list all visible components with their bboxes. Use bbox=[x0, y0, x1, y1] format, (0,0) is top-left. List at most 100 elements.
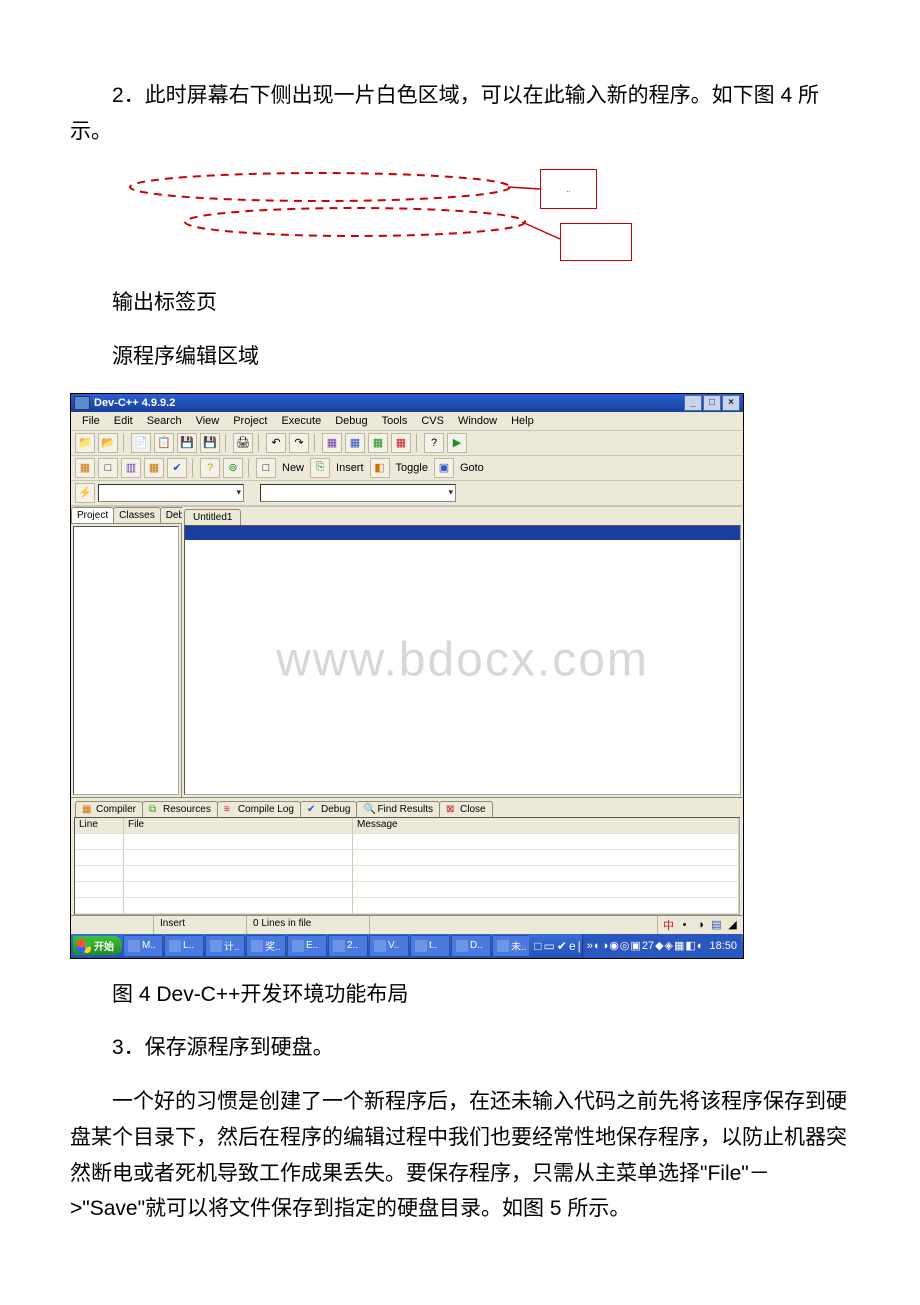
tb2-toggle-label[interactable]: Toggle bbox=[393, 462, 431, 474]
app-icon bbox=[74, 396, 90, 410]
tb-compile-icon[interactable]: ▦ bbox=[322, 433, 342, 453]
side-tab-project[interactable]: Project bbox=[71, 507, 114, 523]
taskbar-item[interactable]: D.. bbox=[451, 935, 491, 957]
tray-icon[interactable]: » bbox=[587, 940, 593, 952]
col-message[interactable]: Message bbox=[353, 818, 739, 834]
tray-icon[interactable]: ◉ bbox=[609, 939, 619, 952]
ime-icon[interactable]: • bbox=[678, 918, 691, 931]
quick-launch-icon[interactable]: □ bbox=[534, 939, 541, 953]
tb-saveall-icon[interactable]: 💾 bbox=[200, 433, 220, 453]
code-editor[interactable]: www.bdocx.com bbox=[184, 525, 741, 795]
tray-icon[interactable]: ▦ bbox=[674, 939, 684, 952]
tray-icon[interactable]: ◐ bbox=[697, 940, 704, 952]
taskbar-item[interactable]: 计.. bbox=[205, 935, 245, 957]
tb2-check-icon[interactable]: ✔ bbox=[167, 458, 187, 478]
taskbar-item[interactable]: V.. bbox=[369, 935, 409, 957]
tb-redo-icon[interactable]: ↷ bbox=[289, 433, 309, 453]
col-line[interactable]: Line bbox=[75, 818, 124, 834]
grid-row bbox=[75, 850, 739, 866]
devcpp-window: Dev-C++ 4.9.9.2 _ □ × File Edit Search V… bbox=[70, 393, 744, 959]
tray-icon[interactable]: ◐ bbox=[594, 940, 601, 952]
tb-doc-icon[interactable]: 📄 bbox=[131, 433, 151, 453]
taskbar-item[interactable]: 2.. bbox=[328, 935, 368, 957]
menu-execute[interactable]: Execute bbox=[274, 414, 328, 428]
quick-launch-icon[interactable]: e bbox=[569, 939, 576, 953]
taskbar-item[interactable]: 奖.. bbox=[246, 935, 286, 957]
tb2-icon[interactable]: ▥ bbox=[121, 458, 141, 478]
minimize-button[interactable]: _ bbox=[684, 395, 702, 411]
output-tab-resources[interactable]: ⧉ Resources bbox=[142, 801, 218, 817]
tb2-toggle-icon[interactable]: ◧ bbox=[370, 458, 390, 478]
tb2-icon[interactable]: □ bbox=[98, 458, 118, 478]
menu-file[interactable]: File bbox=[75, 414, 107, 428]
ime-icon[interactable]: ▤ bbox=[710, 918, 723, 931]
output-tab-close[interactable]: ⊠ Close bbox=[439, 801, 493, 817]
tb-compile-run-icon[interactable]: ▦ bbox=[368, 433, 388, 453]
menu-debug[interactable]: Debug bbox=[328, 414, 374, 428]
tb-debug-icon[interactable]: ▶ bbox=[447, 433, 467, 453]
quick-launch-icon[interactable]: ✔ bbox=[557, 939, 567, 953]
tb2-insert-label[interactable]: Insert bbox=[333, 462, 367, 474]
taskbar-item[interactable]: t.. bbox=[410, 935, 450, 957]
menu-window[interactable]: Window bbox=[451, 414, 504, 428]
tray-icon[interactable]: ◑ bbox=[602, 940, 609, 952]
menu-view[interactable]: View bbox=[189, 414, 227, 428]
tb2-new-icon[interactable]: □ bbox=[256, 458, 276, 478]
close-button[interactable]: × bbox=[722, 395, 740, 411]
menu-search[interactable]: Search bbox=[140, 414, 189, 428]
tb-open-icon[interactable]: 📂 bbox=[98, 433, 118, 453]
tb2-icon[interactable]: ▦ bbox=[75, 458, 95, 478]
col-file[interactable]: File bbox=[124, 818, 353, 834]
menu-help[interactable]: Help bbox=[504, 414, 541, 428]
quick-launch-icon[interactable]: ▭ bbox=[544, 939, 555, 953]
tb2-about-icon[interactable]: ⊚ bbox=[223, 458, 243, 478]
ime-icon[interactable]: ◑ bbox=[694, 918, 707, 931]
tb-save-icon[interactable]: 💾 bbox=[177, 433, 197, 453]
menu-edit[interactable]: Edit bbox=[107, 414, 140, 428]
combo-left[interactable]: ▾ bbox=[98, 484, 244, 502]
ime-icon[interactable]: 中 bbox=[662, 918, 675, 931]
taskbar-item[interactable]: M.. bbox=[123, 935, 163, 957]
output-tab-compiler[interactable]: ▦ Compiler bbox=[75, 801, 143, 817]
output-tab-find-results[interactable]: 🔍 Find Results bbox=[356, 801, 440, 817]
label-editor-area: 源程序编辑区域 bbox=[70, 339, 850, 375]
tb2-goto-icon[interactable]: ▣ bbox=[434, 458, 454, 478]
tb2-help-icon[interactable]: ? bbox=[200, 458, 220, 478]
output-tab-compile-log[interactable]: ≡ Compile Log bbox=[217, 801, 301, 817]
windows-logo-icon bbox=[77, 939, 91, 953]
tray-icon[interactable]: 27 bbox=[642, 940, 654, 952]
output-tab-debug[interactable]: ✔ Debug bbox=[300, 801, 357, 817]
start-button[interactable]: 开始 bbox=[73, 936, 122, 955]
side-tree[interactable] bbox=[73, 526, 179, 795]
quick-launch-icon[interactable]: | bbox=[578, 939, 581, 953]
tb-print-icon[interactable]: 🖨 bbox=[233, 433, 253, 453]
tray-icon[interactable]: ◎ bbox=[620, 939, 630, 952]
tb2-icon[interactable]: ▦ bbox=[144, 458, 164, 478]
menu-cvs[interactable]: CVS bbox=[414, 414, 451, 428]
tb-run-icon[interactable]: ▦ bbox=[345, 433, 365, 453]
tb-undo-icon[interactable]: ↶ bbox=[266, 433, 286, 453]
ime-icon[interactable]: ◢ bbox=[726, 918, 739, 931]
side-tab-classes[interactable]: Classes bbox=[113, 507, 161, 523]
tb2-goto-label[interactable]: Goto bbox=[457, 462, 487, 474]
tb3-icon[interactable]: ⚡ bbox=[75, 483, 95, 503]
tb-help-icon[interactable]: ? bbox=[424, 433, 444, 453]
menu-tools[interactable]: Tools bbox=[375, 414, 415, 428]
tray-icon[interactable]: ◧ bbox=[685, 939, 695, 952]
taskbar-item[interactable]: L.. bbox=[164, 935, 204, 957]
tray-icon[interactable]: ◆ bbox=[655, 939, 663, 952]
tb2-new-label[interactable]: New bbox=[279, 462, 307, 474]
tray-icon[interactable]: ▣ bbox=[630, 939, 640, 952]
tray-icon[interactable]: ◈ bbox=[665, 939, 673, 952]
maximize-button[interactable]: □ bbox=[703, 395, 721, 411]
tb-rebuild-icon[interactable]: ▦ bbox=[391, 433, 411, 453]
menu-project[interactable]: Project bbox=[226, 414, 274, 428]
taskbar-item[interactable]: 未.. bbox=[492, 935, 529, 957]
tb-multi-icon[interactable]: 📋 bbox=[154, 433, 174, 453]
combo-right[interactable]: ▾ bbox=[260, 484, 456, 502]
status-insert: Insert bbox=[154, 916, 247, 934]
taskbar-item[interactable]: E.. bbox=[287, 935, 327, 957]
tb2-insert-icon[interactable]: ⎘ bbox=[310, 458, 330, 478]
tb-new-icon[interactable]: 📁 bbox=[75, 433, 95, 453]
editor-tab-untitled1[interactable]: Untitled1 bbox=[184, 509, 241, 525]
